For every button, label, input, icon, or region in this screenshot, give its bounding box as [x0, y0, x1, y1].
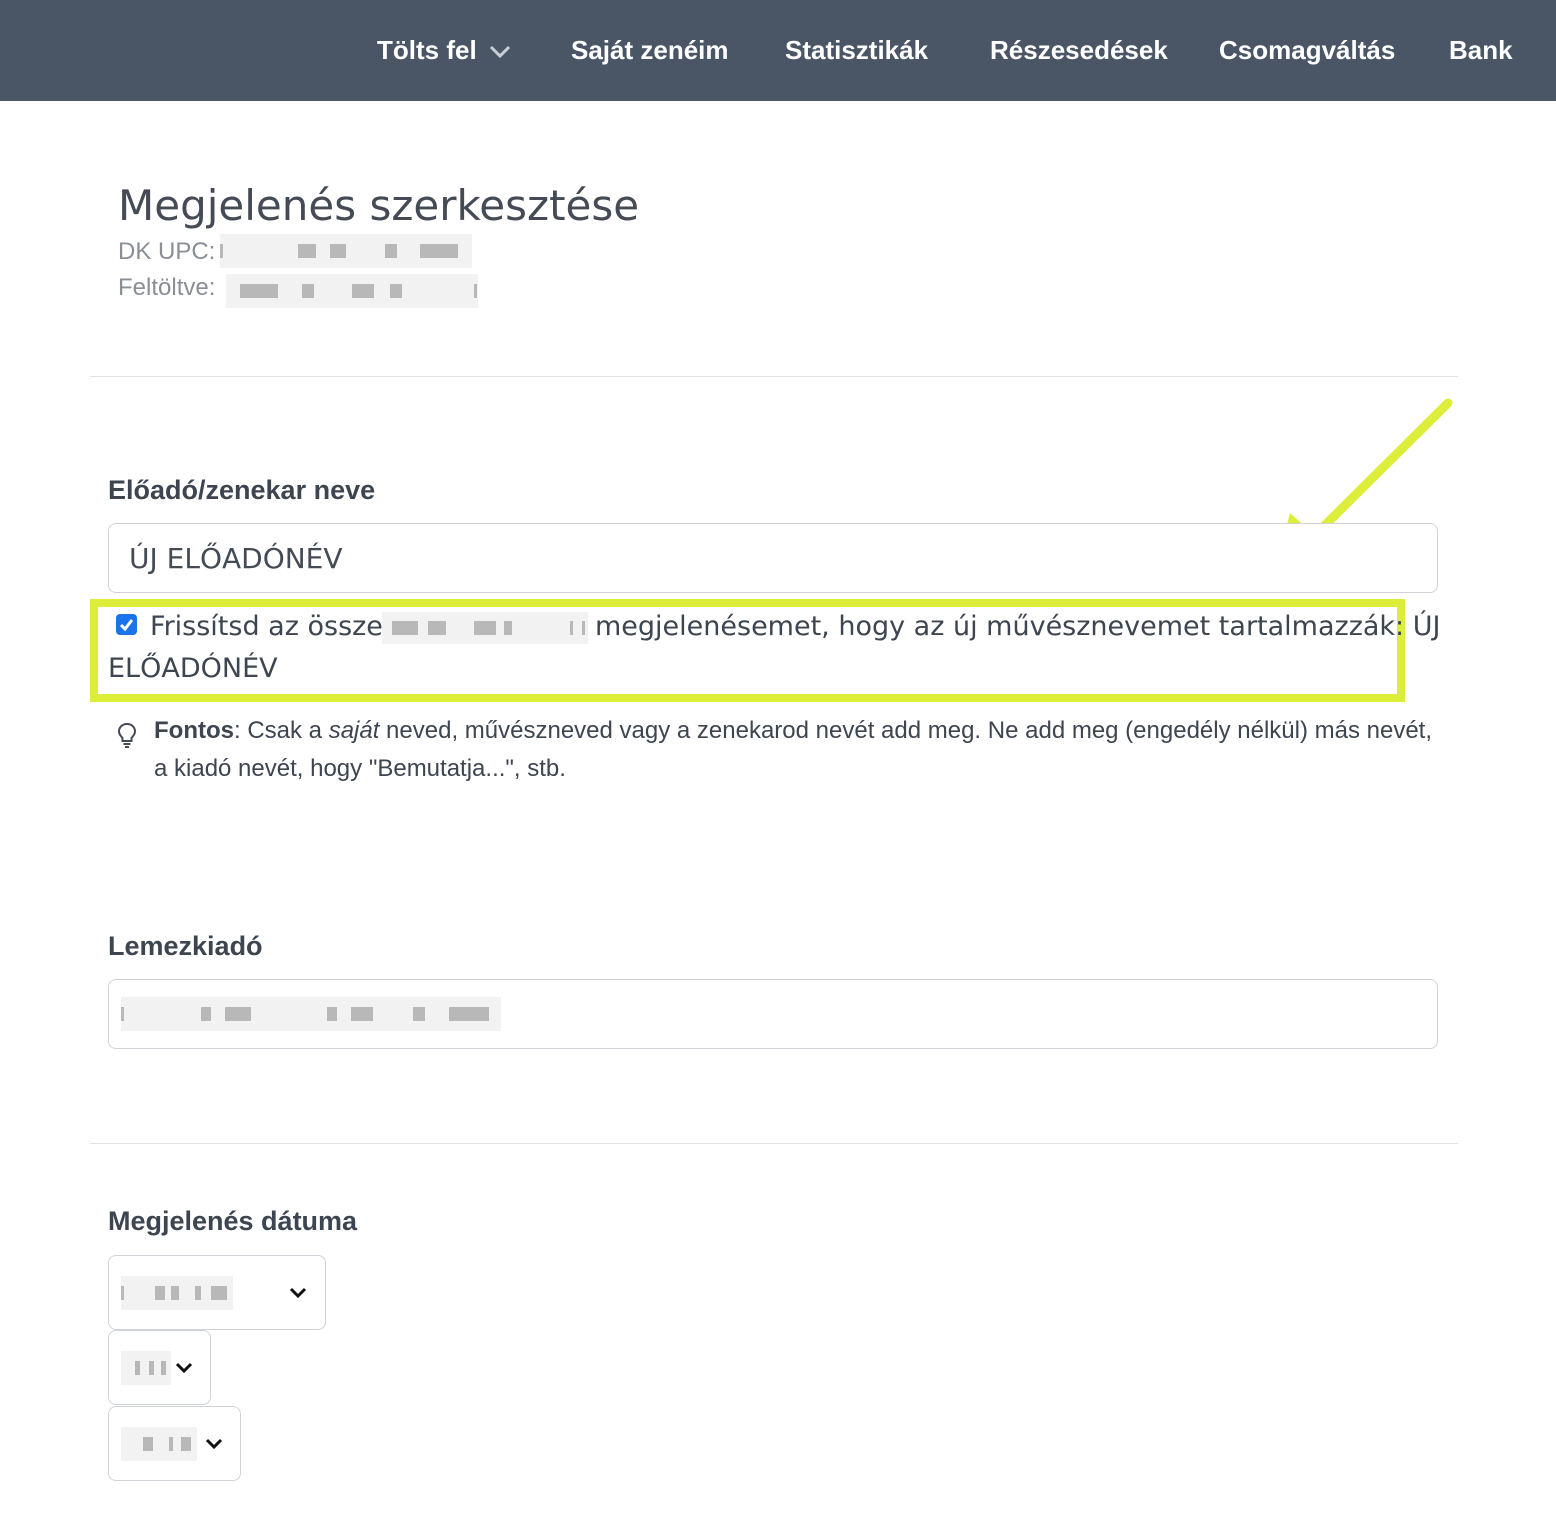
update-releases-text-before: Frissítsd az összes — [150, 611, 397, 642]
artist-name-value: ÚJ ELŐADÓNÉV — [129, 542, 343, 575]
section-divider — [90, 376, 1458, 377]
chevron-down-icon — [289, 1287, 307, 1298]
nav-shares[interactable]: Részesedések — [990, 32, 1168, 68]
update-releases-text-after: megjelenésemet, hogy az új művésznevemet… — [595, 611, 1441, 642]
day-value-redacted — [121, 1427, 197, 1461]
year-value-redacted — [121, 1276, 233, 1310]
upc-label: DK UPC: — [118, 238, 216, 265]
chevron-down-icon — [205, 1438, 223, 1449]
section-divider-2 — [90, 1143, 1458, 1144]
artist-name-label: Előadó/zenekar neve — [108, 475, 376, 505]
nav-statistics[interactable]: Statisztikák — [785, 32, 928, 68]
release-year-select[interactable] — [108, 1255, 326, 1330]
tip-part1: : Csak a — [233, 717, 329, 744]
upc-value-redacted — [220, 234, 472, 268]
page-title: Megjelenés szerkesztése — [118, 181, 640, 230]
update-releases-text-line2: ELŐADÓNÉV — [108, 653, 278, 684]
record-label-value-redacted — [121, 997, 501, 1031]
month-value-redacted — [121, 1351, 171, 1385]
chevron-down-icon — [175, 1362, 193, 1373]
release-day-select[interactable] — [108, 1406, 241, 1481]
artist-name-input[interactable]: ÚJ ELŐADÓNÉV — [108, 523, 1438, 593]
update-releases-checkbox[interactable] — [116, 614, 137, 635]
uploaded-label: Feltöltve: — [118, 274, 216, 301]
nav-my-music[interactable]: Saját zenéim — [571, 32, 729, 68]
uploaded-value-redacted — [226, 274, 478, 308]
chevron-down-icon — [489, 46, 510, 59]
record-label-input[interactable] — [108, 979, 1438, 1049]
release-month-select[interactable] — [108, 1330, 211, 1405]
lightbulb-icon — [117, 722, 137, 748]
record-label-label: Lemezkiadó — [108, 931, 263, 961]
release-date-label: Megjelenés dátuma — [108, 1206, 358, 1236]
nav-upload-label: Tölts fel — [377, 35, 477, 65]
top-navigation-bar: Tölts fel Saját zenéim Statisztikák Rész… — [0, 0, 1556, 101]
nav-bank[interactable]: Bank — [1449, 32, 1513, 68]
nav-upload[interactable]: Tölts fel — [377, 32, 511, 68]
artist-old-name-redacted — [382, 612, 588, 644]
checkmark-icon — [119, 619, 134, 632]
important-tip: Fontos: Csak a saját neved, művészneved … — [154, 712, 1444, 788]
tip-strong: Fontos — [154, 717, 234, 744]
nav-plan-change[interactable]: Csomagváltás — [1219, 32, 1395, 68]
tip-emphasis: saját — [328, 717, 380, 744]
